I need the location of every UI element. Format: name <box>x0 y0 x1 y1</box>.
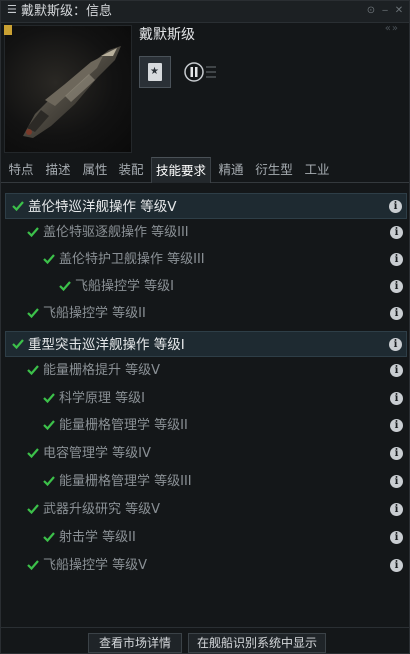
checkmark-icon <box>27 308 39 319</box>
skill-row[interactable]: 重型突击巡洋舰操作 等级I i <box>5 331 407 357</box>
tab-fitting[interactable]: 装配 <box>115 157 147 183</box>
tab-traits[interactable]: 特点 <box>5 157 37 183</box>
collapse-icon[interactable]: «» <box>385 23 399 34</box>
skill-label: 盖伦特护卫舰操作 等级III <box>59 252 205 267</box>
skill-label: 重型突击巡洋舰操作 等级I <box>28 337 185 353</box>
info-icon[interactable]: i <box>389 200 402 213</box>
checkmark-icon <box>12 201 24 212</box>
skill-label: 能量栅格管理学 等级III <box>59 474 192 489</box>
skill-label: 电容管理学 等级IV <box>43 446 151 461</box>
info-icon[interactable]: i <box>390 503 403 516</box>
skill-row[interactable]: 能量栅格管理学 等级II i <box>5 413 407 439</box>
info-icon[interactable]: i <box>389 338 402 351</box>
info-icon[interactable]: i <box>390 392 403 405</box>
skill-tree: 盖伦特巡洋舰操作 等级V i 盖伦特驱逐舰操作 等级III i 盖伦特护卫舰操作… <box>1 187 409 627</box>
skill-label: 武器升级研究 等级V <box>43 502 161 517</box>
skill-row[interactable]: 盖伦特护卫舰操作 等级III i <box>5 247 407 273</box>
skill-row[interactable]: 科学原理 等级I i <box>5 386 407 412</box>
training-icon <box>184 62 216 82</box>
footer-bar: 查看市场详情 在舰船识别系统中显示 <box>1 627 409 653</box>
info-icon[interactable]: i <box>390 364 403 377</box>
settings-icon[interactable]: ⊙ <box>365 5 377 17</box>
tab-variations[interactable]: 衍生型 <box>251 157 297 183</box>
skill-row[interactable]: 能量栅格管理学 等级III i <box>5 469 407 495</box>
info-icon[interactable]: i <box>390 447 403 460</box>
skill-label: 飞船操控学 等级V <box>43 558 148 573</box>
checkmark-icon <box>12 339 24 350</box>
skill-row[interactable]: 飞船操控学 等级V i <box>5 553 407 579</box>
checkmark-icon <box>43 476 55 487</box>
hamburger-icon[interactable]: ☰ <box>7 4 17 16</box>
skill-row[interactable]: 盖伦特驱逐舰操作 等级III i <box>5 220 407 246</box>
skill-label: 科学原理 等级I <box>59 391 145 406</box>
tab-attributes[interactable]: 属性 <box>79 157 111 183</box>
title-bar[interactable]: ☰ 戴默斯级：信息 ⊙ ‒ ✕ <box>1 1 409 23</box>
skill-label: 飞船操控学 等级II <box>43 306 146 321</box>
info-icon[interactable]: i <box>390 531 403 544</box>
info-icon[interactable]: i <box>390 559 403 572</box>
tab-required-skills[interactable]: 技能要求 <box>151 157 211 183</box>
checkmark-icon <box>43 532 55 543</box>
view-market-details-button[interactable]: 查看市场详情 <box>88 633 182 653</box>
skill-row[interactable]: 电容管理学 等级IV i <box>5 441 407 467</box>
info-icon[interactable]: i <box>390 226 403 239</box>
checkmark-icon <box>27 227 39 238</box>
info-icon[interactable]: i <box>390 280 403 293</box>
show-info-button[interactable]: ★ <box>139 56 171 88</box>
training-queue-button[interactable] <box>179 59 219 85</box>
skill-row[interactable]: 能量栅格提升 等级V i <box>5 358 407 384</box>
tab-bar: 特点 描述 属性 装配 技能要求 精通 衍生型 工业 <box>1 157 409 183</box>
tab-description[interactable]: 描述 <box>41 157 75 183</box>
info-icon[interactable]: i <box>390 419 403 432</box>
tab-mastery[interactable]: 精通 <box>215 157 247 183</box>
skill-label: 盖伦特驱逐舰操作 等级III <box>43 225 189 240</box>
tab-industry[interactable]: 工业 <box>301 157 333 183</box>
checkmark-icon <box>27 448 39 459</box>
show-in-isis-button[interactable]: 在舰船识别系统中显示 <box>188 633 326 653</box>
skill-label: 射击学 等级II <box>59 530 136 545</box>
minimize-icon[interactable]: ‒ <box>379 5 391 17</box>
skill-label: 能量栅格管理学 等级II <box>59 418 188 433</box>
checkmark-icon <box>27 504 39 515</box>
skill-label: 飞船操控学 等级I <box>75 279 174 294</box>
info-icon[interactable]: i <box>390 253 403 266</box>
checkmark-icon <box>43 420 55 431</box>
checkmark-icon <box>43 393 55 404</box>
tech-level-badge <box>4 25 12 35</box>
star-icon: ★ <box>150 66 159 77</box>
info-icon[interactable]: i <box>390 307 403 320</box>
skill-row[interactable]: 飞船操控学 等级II i <box>5 301 407 327</box>
ship-render-image[interactable] <box>4 25 132 153</box>
window-title: 戴默斯级：信息 <box>21 4 113 19</box>
skill-label: 盖伦特巡洋舰操作 等级V <box>28 199 177 215</box>
info-icon[interactable]: i <box>390 475 403 488</box>
checkmark-icon <box>27 365 39 376</box>
info-window: ☰ 戴默斯级：信息 ⊙ ‒ ✕ 戴默斯级 «» ★ 特点 描述 属性 装配 技能… <box>0 0 410 654</box>
checkmark-icon <box>27 560 39 571</box>
checkmark-icon <box>59 281 71 292</box>
skill-row[interactable]: 武器升级研究 等级V i <box>5 497 407 523</box>
ship-name: 戴默斯级 <box>139 27 195 43</box>
skill-row[interactable]: 飞船操控学 等级I i <box>5 274 407 300</box>
skill-label: 能量栅格提升 等级V <box>43 363 161 378</box>
checkmark-icon <box>43 254 55 265</box>
skill-row[interactable]: 盖伦特巡洋舰操作 等级V i <box>5 193 407 219</box>
close-icon[interactable]: ✕ <box>393 5 405 17</box>
skill-row[interactable]: 射击学 等级II i <box>5 525 407 551</box>
